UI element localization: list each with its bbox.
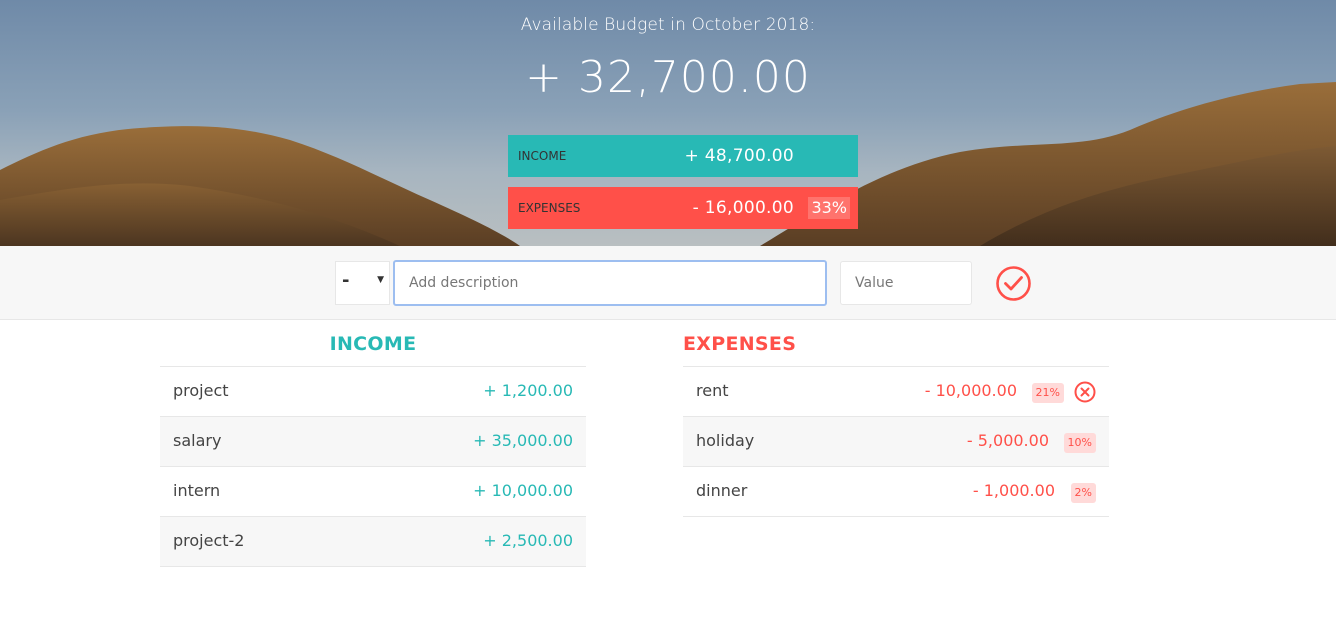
expenses-summary-label: EXPENSES [518,201,581,215]
value-input[interactable] [840,261,972,305]
income-item-value: + 1,200.00 [483,381,573,400]
income-item-description: project-2 [173,531,245,550]
expenses-summary-value: - 16,000.00 [692,198,794,218]
expense-item-percentage: 10% [1063,433,1096,453]
income-item: project-2 + 2,500.00 [160,517,586,567]
available-budget-value: + 32,700.00 [525,52,811,103]
expense-item: holiday - 5,000.00 10% [683,417,1109,467]
expenses-list: EXPENSES rent - 10,000.00 21% holiday - … [683,320,1109,517]
income-item: salary + 35,000.00 [160,417,586,467]
expense-item-value: - 10,000.00 [924,381,1017,400]
expense-item: rent - 10,000.00 21% [683,367,1109,417]
income-list-title: INCOME [160,320,586,367]
expenses-list-title: EXPENSES [683,320,1109,367]
budget-header: Available Budget in October 2018: + 32,7… [0,0,1336,246]
income-item: project + 1,200.00 [160,367,586,417]
income-item-description: salary [173,431,222,450]
income-item-value: + 10,000.00 [473,481,573,500]
budget-title: Available Budget in October 2018: [520,15,816,35]
income-item-description: intern [173,481,221,500]
expense-item-percentage: 21% [1031,383,1064,403]
delete-item-button[interactable] [1074,381,1096,403]
caret-down-icon: ▼ [377,275,384,285]
expense-item-description: rent [696,381,729,400]
income-list: INCOME project + 1,200.00 salary + 35,00… [160,320,586,567]
income-item-description: project [173,381,229,400]
income-summary-value: + 48,700.00 [684,146,794,166]
type-select-value: - [342,270,350,291]
expense-item-description: dinner [696,481,748,500]
expense-item-percentage: 2% [1070,483,1096,503]
description-input[interactable] [393,260,827,306]
income-summary-label: INCOME [518,149,567,163]
type-select[interactable]: - ▼ [335,261,390,305]
add-item-button[interactable] [995,265,1032,302]
expenses-percentage-badge: 33% [808,197,850,219]
checkmark-circle-icon [996,266,1031,301]
add-item-bar: - ▼ [0,246,1336,320]
income-item-value: + 35,000.00 [473,431,573,450]
expense-item-value: - 5,000.00 [966,431,1049,450]
income-summary: INCOME + 48,700.00 [508,135,858,177]
expense-item-value: - 1,000.00 [972,481,1055,500]
expense-item: dinner - 1,000.00 2% [683,467,1109,517]
expense-item-description: holiday [696,431,755,450]
expenses-summary: EXPENSES - 16,000.00 33% [508,187,858,229]
close-circle-icon [1074,381,1096,403]
income-item-value: + 2,500.00 [483,531,573,550]
income-item: intern + 10,000.00 [160,467,586,517]
